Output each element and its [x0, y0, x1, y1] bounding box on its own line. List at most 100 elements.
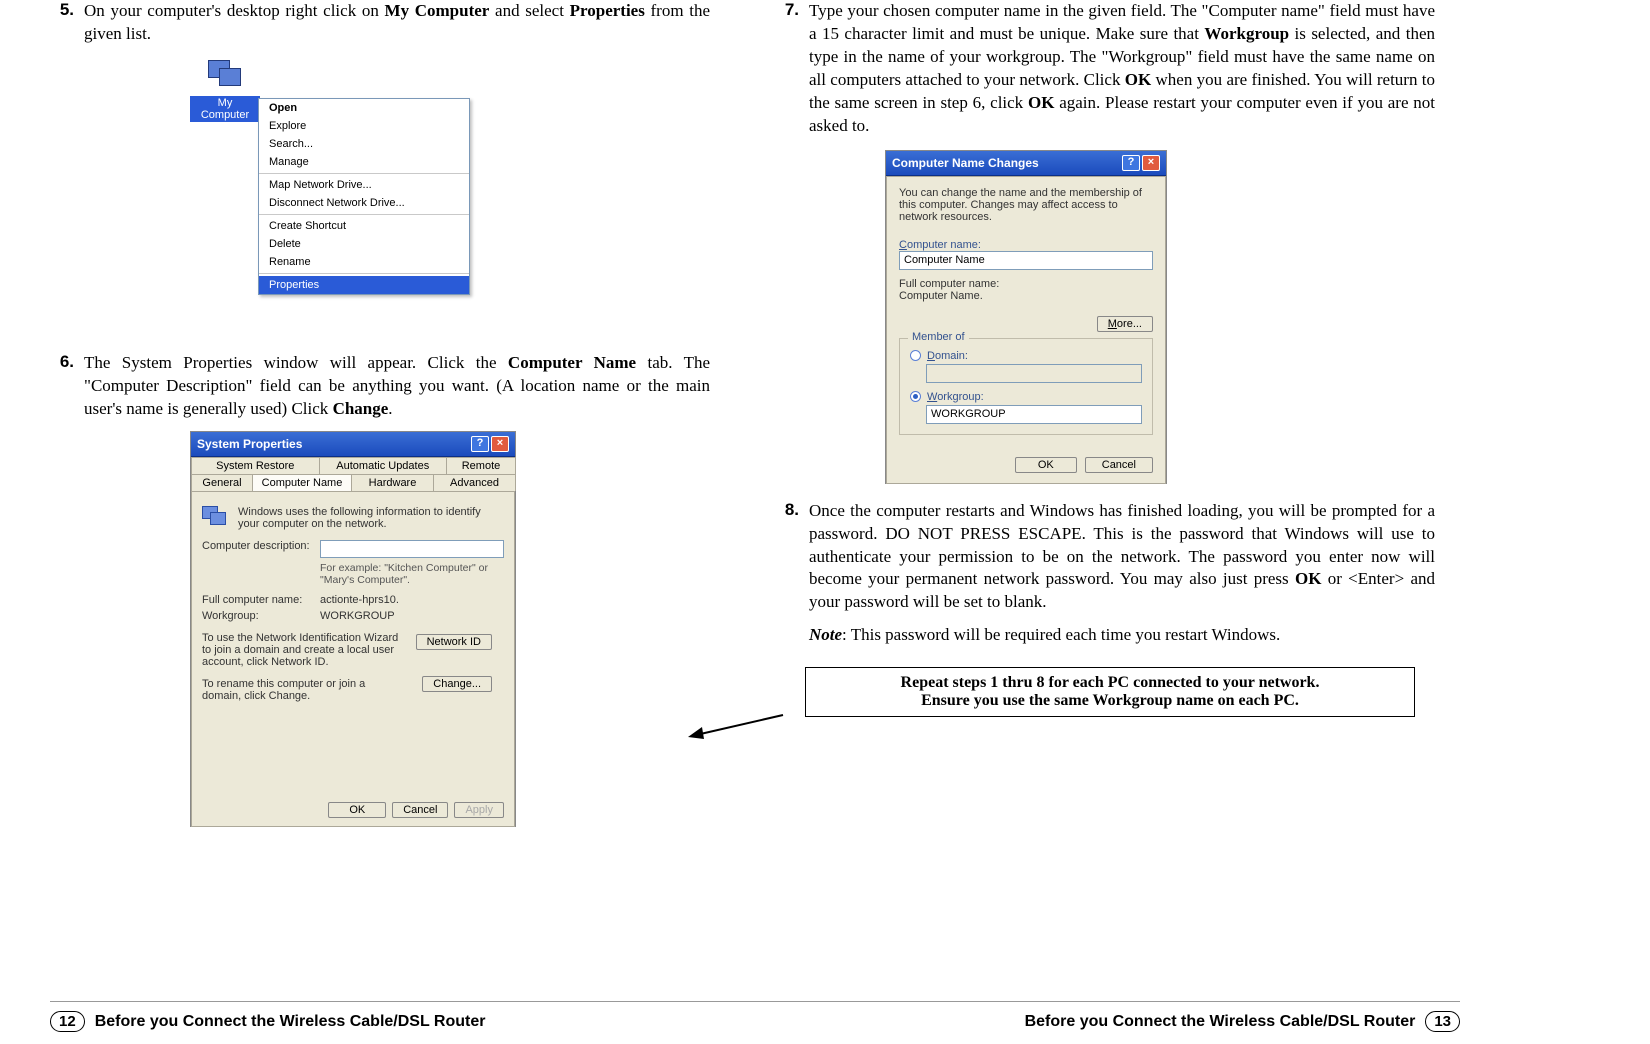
mnemonic: M [1108, 318, 1117, 330]
note-body: Note: This password will be required eac… [809, 624, 1280, 647]
step-body: Type your chosen computer name in the gi… [809, 0, 1435, 138]
workgroup-input[interactable] [926, 405, 1142, 424]
text: The System Properties window will appear… [84, 353, 508, 372]
step-body: Once the computer restarts and Windows h… [809, 500, 1435, 615]
ok-button[interactable]: OK [1015, 457, 1077, 473]
ok-button[interactable]: OK [328, 802, 386, 818]
footer-text: Before you Connect the Wireless Cable/DS… [1025, 1013, 1416, 1031]
tab-row-back: System Restore Automatic Updates Remote [191, 457, 515, 474]
tab-computer-name[interactable]: Computer Name [252, 474, 352, 491]
tab-system-restore[interactable]: System Restore [191, 457, 320, 474]
mnemonic: W [927, 391, 937, 403]
menu-item-search[interactable]: Search... [259, 135, 469, 153]
menu-item-map-drive[interactable]: Map Network Drive... [259, 176, 469, 194]
intro-text: Windows uses the following information t… [238, 506, 504, 530]
cancel-button[interactable]: Cancel [1085, 457, 1153, 473]
intro-text: You can change the name and the membersh… [899, 187, 1153, 223]
my-computer-label: My Computer [190, 96, 260, 122]
change-text: To rename this computer or join a domain… [202, 678, 402, 702]
step-body: On your computer's desktop right click o… [84, 0, 710, 46]
titlebar[interactable]: System Properties ? × [191, 432, 515, 457]
system-properties-dialog: System Properties ? × System Restore Aut… [190, 431, 516, 827]
change-button[interactable]: Change... [422, 676, 492, 692]
tab-remote[interactable]: Remote [446, 457, 516, 474]
dialog-body: You can change the name and the membersh… [886, 176, 1166, 484]
more-button[interactable]: More... [1097, 316, 1153, 332]
text-bold: My Computer [385, 1, 490, 20]
menu-item-create-shortcut[interactable]: Create Shortcut [259, 217, 469, 235]
text: : This password will be required each ti… [842, 625, 1280, 644]
apply-button[interactable]: Apply [454, 802, 504, 818]
text: omputer name: [907, 239, 981, 251]
menu-separator [259, 173, 469, 174]
close-icon[interactable]: × [1142, 155, 1160, 171]
menu-item-open[interactable]: Open [259, 99, 469, 117]
arrow-annotation [688, 713, 788, 743]
text-bold: Properties [570, 1, 645, 20]
text: . [388, 399, 392, 418]
radio-dot-checked [910, 391, 921, 402]
dialog-buttons: OK Cancel Apply [328, 802, 504, 818]
figure-system-properties-wrap: System Properties ? × System Restore Aut… [190, 431, 710, 827]
text: ore... [1117, 318, 1142, 330]
step-number: 7. [775, 0, 809, 138]
panel-computer-name: Windows uses the following information t… [191, 491, 515, 827]
radio-dot [910, 350, 921, 361]
network-id-text: To use the Network Identification Wizard… [202, 632, 402, 668]
computer-description-input[interactable] [320, 540, 504, 558]
menu-item-manage[interactable]: Manage [259, 153, 469, 171]
footer-right: Before you Connect the Wireless Cable/DS… [1025, 1011, 1460, 1032]
text: On your computer's desktop right click o… [84, 1, 385, 20]
menu-item-disconnect-drive[interactable]: Disconnect Network Drive... [259, 194, 469, 212]
text-bold: Computer Name [508, 353, 636, 372]
menu-separator [259, 273, 469, 274]
menu-item-explore[interactable]: Explore [259, 117, 469, 135]
computer-name-changes-dialog: Computer Name Changes ? × You can change… [885, 150, 1167, 484]
value-workgroup: WORKGROUP [320, 610, 395, 622]
menu-item-properties[interactable]: Properties [259, 276, 469, 294]
label-full-computer-name: Full computer name: [899, 278, 1153, 290]
tab-general[interactable]: General [191, 474, 253, 491]
label-computer-name: Computer name: [899, 239, 1153, 251]
text: orkgroup: [937, 391, 983, 403]
value-full-computer-name: Computer Name. [899, 290, 1153, 302]
help-icon[interactable]: ? [471, 436, 489, 452]
radio-domain[interactable]: Domain: [910, 350, 1142, 362]
label-workgroup: Workgroup: [202, 610, 312, 622]
footer-left: 12 Before you Connect the Wireless Cable… [50, 1011, 485, 1032]
label-computer-description: Computer description: [202, 540, 312, 552]
radio-workgroup[interactable]: Workgroup: [910, 391, 1142, 403]
step-number: 5. [50, 0, 84, 46]
figure-context-menu: My Computer Open Explore Search... Manag… [190, 56, 530, 334]
text: and select [489, 1, 569, 20]
note: Note: This password will be required eac… [775, 624, 1435, 647]
step-5: 5. On your computer's desktop right clic… [50, 0, 710, 46]
cancel-button[interactable]: Cancel [392, 802, 448, 818]
window-title: Computer Name Changes [892, 156, 1039, 170]
computer-name-input[interactable] [899, 251, 1153, 270]
text: omain: [935, 350, 968, 362]
help-icon[interactable]: ? [1122, 155, 1140, 171]
member-of-group: Member of Domain: Workgroup: [899, 338, 1153, 435]
menu-item-rename[interactable]: Rename [259, 253, 469, 271]
my-computer-icon[interactable]: My Computer [190, 58, 260, 122]
close-icon[interactable]: × [491, 436, 509, 452]
domain-input [926, 364, 1142, 383]
computer-icon [205, 58, 245, 94]
titlebar[interactable]: Computer Name Changes ? × [886, 151, 1166, 176]
menu-item-delete[interactable]: Delete [259, 235, 469, 253]
page-left: 5. On your computer's desktop right clic… [50, 0, 710, 837]
window-title: System Properties [197, 437, 302, 451]
text-bold: OK [1028, 93, 1054, 112]
dialog-buttons: OK Cancel [1015, 457, 1153, 473]
step-body: The System Properties window will appear… [84, 352, 710, 421]
tab-automatic-updates[interactable]: Automatic Updates [319, 457, 448, 474]
network-id-button[interactable]: Network ID [416, 634, 492, 650]
value-full-computer-name: actionte-hprs10. [320, 594, 399, 606]
menu-separator [259, 214, 469, 215]
footer-text: Before you Connect the Wireless Cable/DS… [95, 1013, 486, 1031]
text-bold: OK [1125, 70, 1151, 89]
tab-hardware[interactable]: Hardware [351, 474, 434, 491]
tab-advanced[interactable]: Advanced [433, 474, 516, 491]
text-bold: Workgroup [1204, 24, 1289, 43]
